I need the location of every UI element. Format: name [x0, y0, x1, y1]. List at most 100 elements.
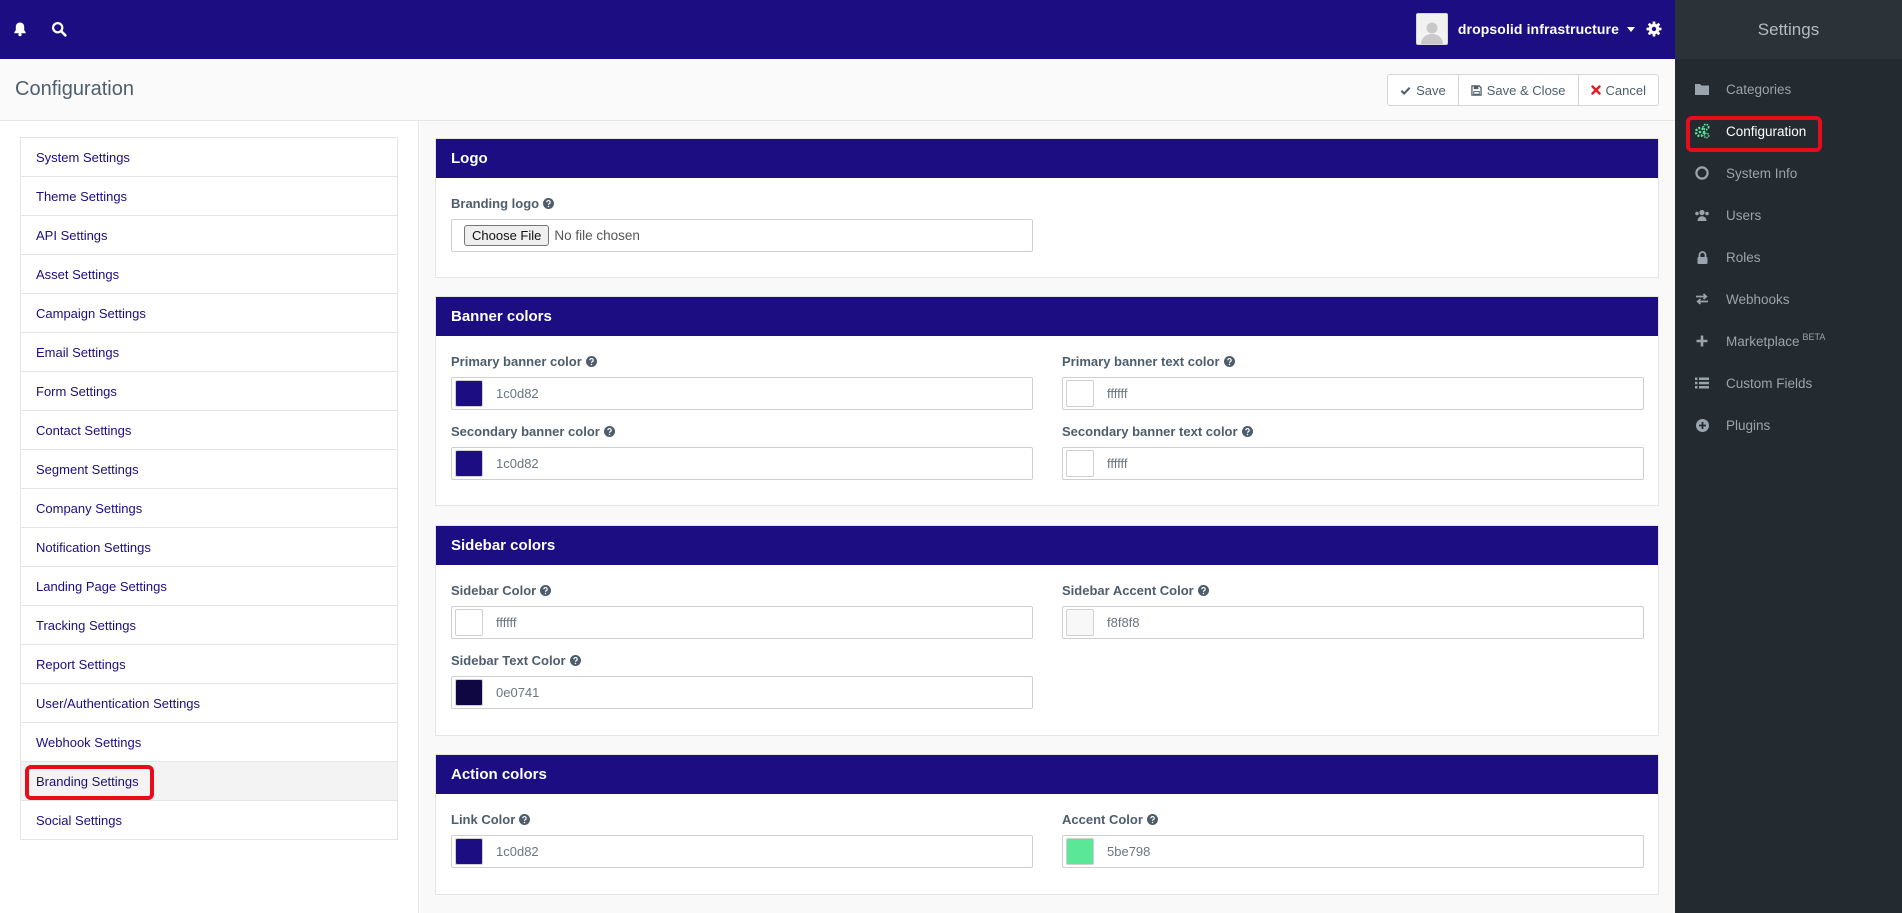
nav-item-tracking-settings[interactable]: Tracking Settings: [21, 606, 397, 645]
nav-item-asset-settings[interactable]: Asset Settings: [21, 255, 397, 294]
close-icon: [1590, 85, 1601, 95]
primary-banner-text-color-input[interactable]: ffffff: [1062, 377, 1644, 410]
color-value: 1c0d82: [496, 844, 539, 859]
gear-icon[interactable]: [1643, 18, 1665, 40]
nav-item-contact-settings[interactable]: Contact Settings: [21, 411, 397, 450]
nav-item-webhook-settings[interactable]: Webhook Settings: [21, 723, 397, 762]
list-icon: [1694, 375, 1710, 391]
settings-sidebar-title: Settings: [1675, 0, 1902, 59]
color-value: f8f8f8: [1107, 615, 1140, 630]
color-value: 1c0d82: [496, 386, 539, 401]
page-title: Configuration: [15, 78, 134, 100]
highlight-box-configuration: [1686, 116, 1822, 152]
secondary-banner-color-field: Secondary banner color 1c0d82: [451, 423, 1033, 480]
color-value: ffffff: [1107, 386, 1128, 401]
nav-item-report-settings[interactable]: Report Settings: [21, 645, 397, 684]
folder-icon: [1694, 81, 1710, 97]
question-circle-icon[interactable]: [1146, 813, 1158, 825]
color-swatch[interactable]: [1066, 450, 1094, 477]
nav-item-email-settings[interactable]: Email Settings: [21, 333, 397, 372]
link-color-input[interactable]: 1c0d82: [451, 835, 1033, 868]
nav-item-form-settings[interactable]: Form Settings: [21, 372, 397, 411]
color-swatch[interactable]: [455, 609, 483, 636]
question-circle-icon[interactable]: [603, 425, 615, 437]
nav-item-theme-settings[interactable]: Theme Settings: [21, 177, 397, 216]
sidebar-accent-color-input[interactable]: f8f8f8: [1062, 606, 1644, 639]
sidebar-item-label: Custom Fields: [1726, 375, 1813, 391]
nav-item-notification-settings[interactable]: Notification Settings: [21, 528, 397, 567]
sidebar-accent-color-label: Sidebar Accent Color: [1062, 582, 1194, 598]
sidebar-item-label: System Info: [1726, 165, 1798, 181]
sidebar-item-users[interactable]: Users: [1675, 194, 1902, 236]
color-swatch[interactable]: [455, 838, 483, 865]
question-circle-icon[interactable]: [540, 584, 552, 596]
sidebar-text-color-label: Sidebar Text Color: [451, 652, 566, 668]
question-circle-icon[interactable]: [519, 813, 531, 825]
sidebar-item-label: Users: [1726, 207, 1762, 223]
secondary-banner-text-color-input[interactable]: ffffff: [1062, 447, 1644, 480]
plus-icon: [1694, 333, 1710, 349]
color-swatch[interactable]: [455, 679, 483, 706]
question-circle-icon[interactable]: [1223, 355, 1235, 367]
color-swatch[interactable]: [1066, 380, 1094, 407]
branding-logo-label: Branding logo: [451, 195, 540, 211]
color-value: ffffff: [496, 615, 517, 630]
branding-logo-file-input[interactable]: Choose File No file chosen: [451, 219, 1033, 252]
nav-item-campaign-settings[interactable]: Campaign Settings: [21, 294, 397, 333]
nav-item-user-authentication-settings[interactable]: User/Authentication Settings: [21, 684, 397, 723]
no-file-text: No file chosen: [554, 228, 640, 243]
question-circle-icon[interactable]: [1197, 584, 1209, 596]
search-icon[interactable]: [48, 18, 70, 40]
cancel-label: Cancel: [1605, 82, 1646, 98]
sidebar-text-color-input[interactable]: 0e0741: [451, 676, 1033, 709]
sidebar-item-system-info[interactable]: System Info: [1675, 152, 1902, 194]
secondary-banner-color-input[interactable]: 1c0d82: [451, 447, 1033, 480]
sidebar-item-custom-fields[interactable]: Custom Fields: [1675, 362, 1902, 404]
save-button[interactable]: Save: [1387, 74, 1459, 106]
accent-color-input[interactable]: 5be798: [1062, 835, 1644, 868]
secondary-banner-text-color-field: Secondary banner text color ffffff: [1062, 423, 1644, 480]
save-close-label: Save & Close: [1486, 82, 1566, 98]
life-ring-icon: [1694, 165, 1710, 181]
sidebar-item-label: Plugins: [1726, 417, 1771, 433]
nav-item-segment-settings[interactable]: Segment Settings: [21, 450, 397, 489]
sidebar-color-input[interactable]: ffffff: [451, 606, 1033, 639]
accent-color-label: Accent Color: [1062, 811, 1143, 827]
save-and-close-button[interactable]: Save & Close: [1457, 74, 1579, 106]
link-color-label: Link Color: [451, 811, 516, 827]
banner-colors-title: Banner colors: [436, 297, 1658, 336]
nav-item-social-settings[interactable]: Social Settings: [21, 801, 397, 840]
color-swatch[interactable]: [455, 380, 483, 407]
accent-color-field: Accent Color 5be798: [1062, 811, 1644, 868]
question-circle-icon[interactable]: [569, 654, 581, 666]
nav-item-api-settings[interactable]: API Settings: [21, 216, 397, 255]
color-swatch[interactable]: [455, 450, 483, 477]
sidebar-item-roles[interactable]: Roles: [1675, 236, 1902, 278]
cancel-button[interactable]: Cancel: [1577, 74, 1659, 106]
sidebar-item-label: Categories: [1726, 81, 1792, 97]
user-name: dropsolid infrastructure: [1457, 21, 1619, 37]
sidebar-item-marketplace[interactable]: Marketplace BETA: [1675, 320, 1902, 362]
user-menu[interactable]: dropsolid infrastructure: [1415, 13, 1635, 45]
sidebar-item-categories[interactable]: Categories: [1675, 68, 1902, 110]
nav-item-landing-page-settings[interactable]: Landing Page Settings: [21, 567, 397, 606]
sidebar-item-plugins[interactable]: Plugins: [1675, 404, 1902, 446]
nav-item-company-settings[interactable]: Company Settings: [21, 489, 397, 528]
nav-item-system-settings[interactable]: System Settings: [21, 138, 397, 177]
question-circle-icon[interactable]: [543, 197, 555, 209]
bell-icon[interactable]: [9, 18, 31, 40]
question-circle-icon[interactable]: [1241, 425, 1253, 437]
highlight-box-branding: [25, 765, 154, 800]
color-swatch[interactable]: [1066, 609, 1094, 636]
choose-file-button[interactable]: Choose File: [464, 225, 550, 246]
primary-banner-color-input[interactable]: 1c0d82: [451, 377, 1033, 410]
sidebar-color-label: Sidebar Color: [451, 582, 537, 598]
lock-icon: [1694, 249, 1710, 265]
sidebar-text-color-field: Sidebar Text Color 0e0741: [451, 652, 1033, 709]
sidebar-item-webhooks[interactable]: Webhooks: [1675, 278, 1902, 320]
sidebar-item-label: Webhooks: [1726, 291, 1790, 307]
color-value: 0e0741: [496, 685, 540, 700]
color-value: 5be798: [1107, 844, 1151, 859]
color-swatch[interactable]: [1066, 838, 1094, 865]
question-circle-icon[interactable]: [585, 355, 597, 367]
